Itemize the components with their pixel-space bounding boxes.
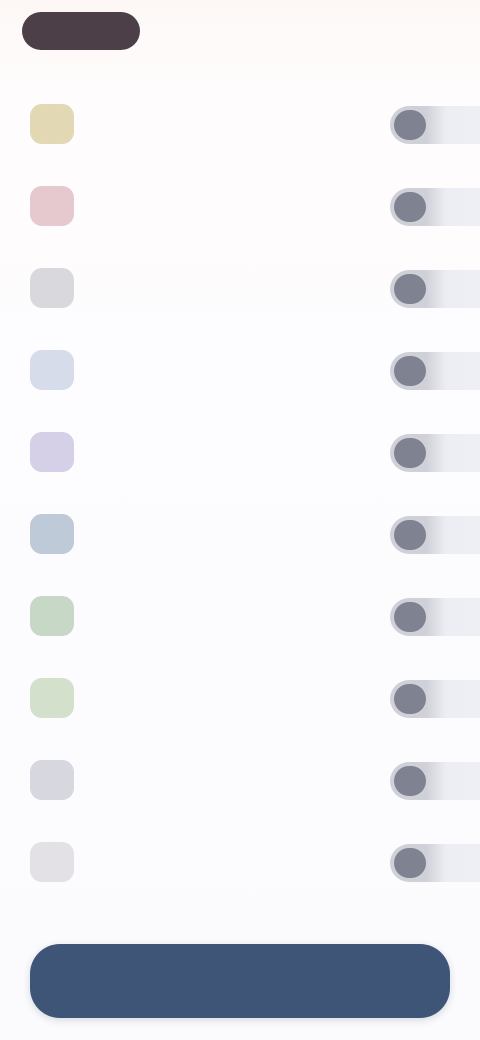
light-green-tile-icon xyxy=(30,678,74,718)
light-blue-tile-icon xyxy=(30,350,74,390)
toggle-knob xyxy=(394,192,426,222)
toggle-switch[interactable] xyxy=(390,188,480,226)
toggle-knob xyxy=(394,356,426,386)
list-item[interactable] xyxy=(0,410,480,492)
pink-tile-icon xyxy=(30,186,74,226)
toggle-knob xyxy=(394,520,426,550)
list-item[interactable] xyxy=(0,492,480,574)
toggle-knob xyxy=(394,438,426,468)
settings-screen xyxy=(0,0,480,1040)
toggle-switch[interactable] xyxy=(390,352,480,390)
steel-blue-tile-icon xyxy=(30,514,74,554)
list-item[interactable] xyxy=(0,328,480,410)
toggle-switch[interactable] xyxy=(390,762,480,800)
toggle-switch[interactable] xyxy=(390,680,480,718)
toggle-switch[interactable] xyxy=(390,516,480,554)
list-item[interactable] xyxy=(0,656,480,738)
toggle-switch[interactable] xyxy=(390,270,480,308)
list-item[interactable] xyxy=(0,82,480,164)
list-item[interactable] xyxy=(0,246,480,328)
toggle-knob xyxy=(394,602,426,632)
primary-button[interactable] xyxy=(30,944,450,1018)
lavender-tile-icon xyxy=(30,432,74,472)
toggle-knob xyxy=(394,110,426,140)
back-button[interactable] xyxy=(22,12,140,50)
yellow-tile-icon xyxy=(30,104,74,144)
toggle-switch[interactable] xyxy=(390,106,480,144)
toggle-knob xyxy=(394,848,426,878)
green-tile-icon xyxy=(30,596,74,636)
light-gray-tile-icon xyxy=(30,842,74,882)
toggle-list xyxy=(0,82,480,902)
toggle-switch[interactable] xyxy=(390,434,480,472)
gray-blue-tile-icon xyxy=(30,760,74,800)
list-item[interactable] xyxy=(0,820,480,902)
top-action-link[interactable] xyxy=(364,22,454,40)
toggle-knob xyxy=(394,766,426,796)
top-bar xyxy=(0,0,480,64)
list-item[interactable] xyxy=(0,738,480,820)
toggle-switch[interactable] xyxy=(390,844,480,882)
toggle-switch[interactable] xyxy=(390,598,480,636)
toggle-knob xyxy=(394,684,426,714)
gray-tile-icon xyxy=(30,268,74,308)
list-item[interactable] xyxy=(0,574,480,656)
toggle-knob xyxy=(394,274,426,304)
list-item[interactable] xyxy=(0,164,480,246)
